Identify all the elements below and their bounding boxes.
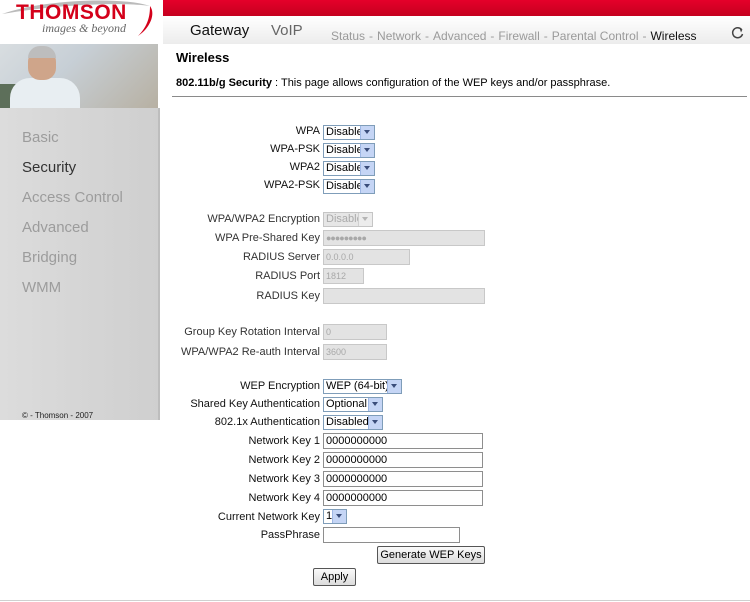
radius-server-label: RADIUS Server — [242, 251, 320, 263]
dot1x-auth-select[interactable]: Disabled — [323, 415, 383, 430]
reauth-interval-label: WPA/WPA2 Re-auth Interval — [181, 346, 320, 358]
sidebar-item-security[interactable]: Security — [22, 159, 76, 176]
subnav-firewall[interactable]: Firewall — [498, 29, 539, 43]
top-red-bar — [163, 0, 750, 16]
passphrase-input[interactable] — [323, 527, 460, 543]
wpa-encryption-label: WPA/WPA2 Encryption — [207, 213, 320, 225]
subnav-advanced[interactable]: Advanced — [433, 29, 486, 43]
shared-key-auth-label: Shared Key Authentication — [190, 398, 320, 410]
refresh-icon[interactable] — [731, 26, 745, 40]
photo-body — [10, 78, 80, 108]
wep-encryption-value: WEP (64-bit) — [326, 380, 389, 392]
radius-key-label: RADIUS Key — [256, 290, 320, 302]
sidebar-item-wmm[interactable]: WMM — [22, 279, 61, 296]
chevron-down-icon — [368, 416, 382, 429]
network-key-4-label: Network Key 4 — [248, 492, 320, 504]
wpa-label: WPA — [295, 125, 320, 137]
header-divider — [172, 96, 747, 97]
wpa-encryption-select[interactable]: Disabled — [323, 212, 373, 227]
network-key-3-label: Network Key 3 — [248, 473, 320, 485]
subnav-separator: - — [543, 29, 548, 43]
subnav-status[interactable]: Status — [331, 29, 365, 43]
sidebar-item-bridging[interactable]: Bridging — [22, 249, 77, 266]
network-key-1-input[interactable]: 0000000000 — [323, 433, 483, 449]
wpa2-psk-select[interactable]: Disabled — [323, 179, 375, 194]
network-key-2-input[interactable]: 0000000000 — [323, 452, 483, 468]
wpa-select[interactable]: Disabled — [323, 125, 375, 140]
page-description: 802.11b/g Security : This page allows co… — [176, 77, 610, 89]
footer-divider — [0, 600, 750, 601]
page-title: Wireless — [176, 50, 230, 65]
current-network-key-select[interactable]: 1 — [323, 509, 347, 524]
sidebar-item-advanced[interactable]: Advanced — [22, 219, 89, 236]
subnav-parental-control[interactable]: Parental Control — [552, 29, 639, 43]
generate-wep-keys-button[interactable]: Generate WEP Keys — [377, 546, 485, 564]
sidebar-item-basic[interactable]: Basic — [22, 129, 59, 146]
chevron-down-icon — [360, 180, 374, 193]
shared-key-auth-value: Optional — [326, 398, 367, 410]
wep-encryption-select[interactable]: WEP (64-bit) — [323, 379, 402, 394]
subnav-separator: - — [490, 29, 495, 43]
group-key-rotation-input[interactable]: 0 — [323, 324, 387, 340]
page-desc-text: : This page allows configuration of the … — [272, 77, 611, 89]
subnav-separator: - — [369, 29, 374, 43]
radius-port-label: RADIUS Port — [255, 270, 320, 282]
shared-key-auth-select[interactable]: Optional — [323, 397, 383, 412]
chevron-down-icon — [360, 162, 374, 175]
wpa-psk-key-input[interactable]: ●●●●●●●●● — [323, 230, 485, 246]
network-key-1-label: Network Key 1 — [248, 435, 320, 447]
wep-encryption-label: WEP Encryption — [240, 380, 320, 392]
wpa-psk-select[interactable]: Disabled — [323, 143, 375, 158]
thomson-logo: THOMSON images & beyond — [0, 0, 160, 44]
chevron-down-icon — [332, 510, 346, 523]
radius-server-input[interactable]: 0.0.0.0 — [323, 249, 410, 265]
sub-nav: Status - Network - Advanced - Firewall - Parenta… — [331, 29, 697, 43]
chevron-down-icon — [360, 126, 374, 139]
network-key-3-input[interactable]: 0000000000 — [323, 471, 483, 487]
dot1x-auth-value: Disabled — [326, 416, 369, 428]
wpa2-label: WPA2 — [289, 161, 320, 173]
nav-gateway[interactable]: Gateway — [190, 22, 249, 39]
sidebar-item-access-control[interactable]: Access Control — [22, 189, 123, 206]
group-key-rotation-label: Group Key Rotation Interval — [184, 326, 320, 338]
subnav-separator: - — [425, 29, 430, 43]
subnav-network[interactable]: Network — [377, 29, 421, 43]
page-desc-bold: 802.11b/g Security — [176, 77, 272, 89]
dot1x-auth-label: 802.1x Authentication — [214, 416, 320, 428]
wpa2-psk-label: WPA2-PSK — [263, 179, 320, 191]
current-network-key-label: Current Network Key — [217, 511, 320, 523]
chevron-down-icon — [358, 213, 372, 226]
wpa-psk-key-label: WPA Pre-Shared Key — [215, 232, 320, 244]
network-key-4-input[interactable]: 0000000000 — [323, 490, 483, 506]
wpa-psk-label: WPA-PSK — [270, 143, 320, 155]
radius-port-input[interactable]: 1812 — [323, 268, 364, 284]
chevron-down-icon — [360, 144, 374, 157]
network-key-2-label: Network Key 2 — [248, 454, 320, 466]
apply-button[interactable]: Apply — [313, 568, 356, 586]
reauth-interval-input[interactable]: 3600 — [323, 344, 387, 360]
logo-tagline: images & beyond — [42, 21, 126, 35]
radius-key-input[interactable] — [323, 288, 485, 304]
copyright: © - Thomson - 2007 — [22, 411, 94, 420]
nav-voip[interactable]: VoIP — [271, 22, 303, 39]
user-photo — [0, 44, 158, 108]
chevron-down-icon — [368, 398, 382, 411]
passphrase-label: PassPhrase — [260, 529, 320, 541]
chevron-down-icon — [387, 380, 401, 393]
subnav-wireless[interactable]: Wireless — [650, 29, 696, 43]
wpa2-select[interactable]: Disabled — [323, 161, 375, 176]
photo-hair — [28, 46, 56, 58]
subnav-separator: - — [642, 29, 647, 43]
